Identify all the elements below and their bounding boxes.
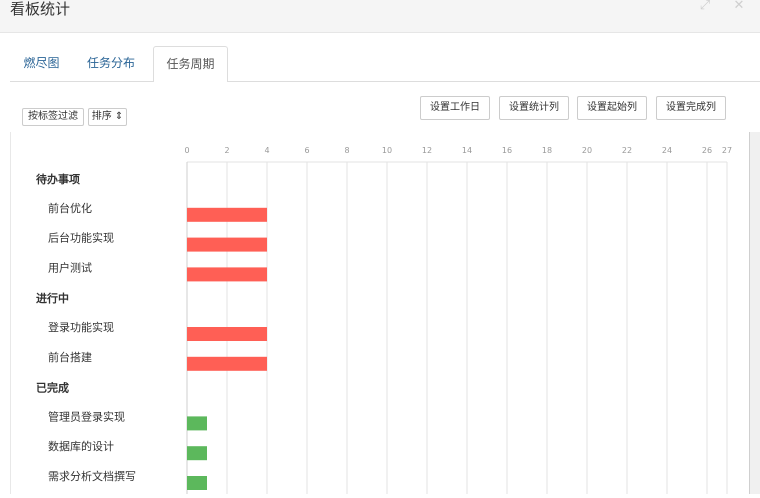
window-title: 看板统计 <box>10 0 71 18</box>
group-label: 进行中 <box>36 291 69 305</box>
x-tick-label: 27 <box>722 146 732 155</box>
task-label: 管理员登录实现 <box>48 409 125 423</box>
tab-burndown[interactable]: 燃尽图 <box>14 46 69 80</box>
task-label: 登录功能实现 <box>48 320 114 334</box>
group-label: 已完成 <box>36 381 69 395</box>
task-bar <box>187 416 207 431</box>
task-bar <box>187 267 267 282</box>
x-tick-label: 8 <box>344 146 349 155</box>
task-cycle-chart-panel: 0 2 4 6 8 10 12 14 16 18 20 22 24 26 27 待办事项 前台优化 后台功能实现用… <box>10 132 750 494</box>
x-tick-label: 22 <box>622 146 632 155</box>
sort-label: 排序 <box>91 111 112 122</box>
tab-bar: 燃尽图 任务分布 任务周期 <box>10 46 760 83</box>
task-cycle-chart: 0 2 4 6 8 10 12 14 16 18 20 22 24 26 27待办事项前台优化后台功能实现用… <box>35 146 732 494</box>
task-bar <box>187 207 267 222</box>
task-label: 前台优化 <box>48 201 92 215</box>
x-tick-label: 2 <box>224 146 229 155</box>
close-icon[interactable]: ✕ <box>731 0 747 14</box>
chart-toolbar: 按标签过滤 排序 ⇕ 设置工作日 设置统计列 设置起始列 设置完成列 <box>10 82 750 132</box>
x-tick-label: 18 <box>542 146 552 155</box>
x-tick-label: 10 <box>382 146 392 155</box>
x-tick-label: 14 <box>462 146 472 155</box>
tab-task-cycle[interactable]: 任务周期 <box>153 46 228 83</box>
x-tick-label: 20 <box>582 146 592 155</box>
vertical-scrollbar[interactable] <box>750 132 760 494</box>
task-label: 用户测试 <box>48 260 92 274</box>
task-bar <box>187 476 207 490</box>
tab-task-distribution[interactable]: 任务分布 <box>79 46 143 80</box>
sort-arrows-icon: ⇕ <box>114 111 124 122</box>
group-label: 待办事项 <box>35 172 80 186</box>
task-bar <box>187 446 207 461</box>
x-tick-label: 4 <box>264 146 269 155</box>
x-tick-label: 16 <box>502 146 512 155</box>
task-bar <box>187 356 267 371</box>
task-label: 前台搭建 <box>48 350 92 364</box>
task-label: 数据库的设计 <box>48 439 114 453</box>
task-bar <box>187 237 267 252</box>
set-start-column-button[interactable]: 设置起始列 <box>577 96 647 120</box>
window-titlebar: 看板统计 ⤢ ✕ <box>0 0 760 33</box>
set-workday-button[interactable]: 设置工作日 <box>420 96 490 120</box>
set-done-column-button[interactable]: 设置完成列 <box>656 96 726 120</box>
task-label: 后台功能实现 <box>48 231 114 245</box>
x-tick-label: 26 <box>702 146 712 155</box>
set-stat-columns-button[interactable]: 设置统计列 <box>499 96 569 120</box>
x-tick-label: 6 <box>304 146 309 155</box>
x-tick-label: 24 <box>662 146 672 155</box>
task-label: 需求分析文档撰写 <box>48 469 136 483</box>
sort-select[interactable]: 排序 ⇕ <box>88 108 127 126</box>
filter-by-tag-button[interactable]: 按标签过滤 <box>22 108 84 126</box>
task-bar <box>187 327 267 341</box>
x-tick-label: 0 <box>184 146 189 155</box>
x-tick-label: 12 <box>422 146 432 155</box>
expand-icon[interactable]: ⤢ <box>697 0 713 14</box>
